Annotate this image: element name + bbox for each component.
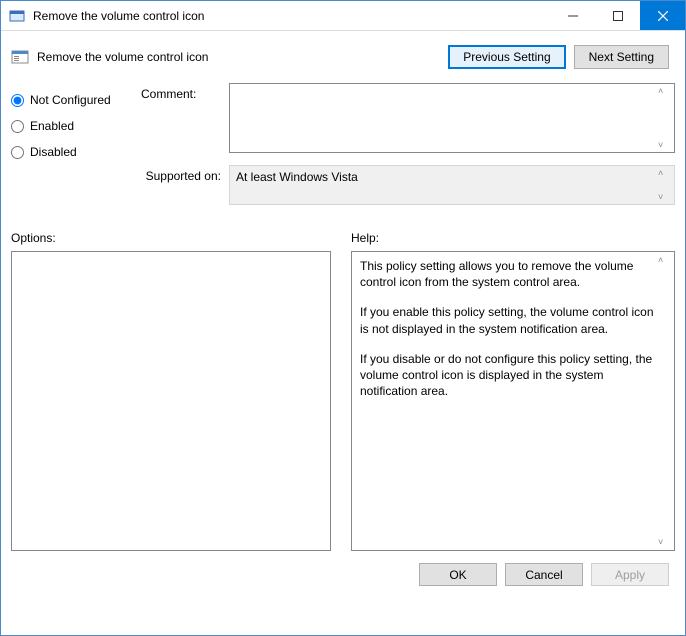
- state-radio-group: Not Configured Enabled Disabled: [11, 83, 121, 217]
- radio-enabled-input[interactable]: [11, 120, 24, 133]
- radio-label: Not Configured: [30, 93, 111, 107]
- radio-not-configured-input[interactable]: [11, 94, 24, 107]
- help-paragraph: If you disable or do not configure this …: [360, 351, 656, 400]
- content-area: Remove the volume control icon Previous …: [1, 31, 685, 596]
- cancel-button[interactable]: Cancel: [505, 563, 583, 586]
- next-setting-button[interactable]: Next Setting: [574, 45, 669, 69]
- radio-disabled[interactable]: Disabled: [11, 139, 121, 165]
- window-controls: [550, 1, 685, 30]
- supported-value: At least Windows Vista: [236, 170, 358, 184]
- radio-not-configured[interactable]: Not Configured: [11, 87, 121, 113]
- close-button[interactable]: [640, 1, 685, 30]
- dialog-buttons: OK Cancel Apply: [11, 551, 675, 586]
- radio-label: Enabled: [30, 119, 74, 133]
- options-label: Options:: [11, 231, 331, 245]
- previous-setting-button[interactable]: Previous Setting: [448, 45, 565, 69]
- help-pane: This policy setting allows you to remove…: [351, 251, 675, 551]
- radio-enabled[interactable]: Enabled: [11, 113, 121, 139]
- ok-button[interactable]: OK: [419, 563, 497, 586]
- titlebar: Remove the volume control icon: [1, 1, 685, 31]
- policy-title: Remove the volume control icon: [37, 50, 448, 64]
- options-pane: [11, 251, 331, 551]
- supported-label: Supported on:: [141, 165, 229, 205]
- maximize-button[interactable]: [595, 1, 640, 30]
- form-area: Not Configured Enabled Disabled Comment:…: [11, 83, 675, 227]
- policy-window-icon: [9, 8, 25, 24]
- window-title: Remove the volume control icon: [33, 9, 550, 23]
- header-row: Remove the volume control icon Previous …: [11, 39, 675, 83]
- comment-label: Comment:: [141, 83, 229, 153]
- fields-column: Comment: ˄˅ Supported on: At least Windo…: [141, 83, 675, 217]
- scroll-indicator: ˄˅: [658, 254, 672, 548]
- help-paragraph: If you enable this policy setting, the v…: [360, 304, 656, 336]
- supported-on-box: At least Windows Vista ˄˅: [229, 165, 675, 205]
- supported-row: Supported on: At least Windows Vista ˄˅: [141, 165, 675, 205]
- policy-icon: [11, 48, 29, 66]
- help-paragraph: This policy setting allows you to remove…: [360, 258, 656, 290]
- comment-row: Comment: ˄˅: [141, 83, 675, 153]
- apply-button[interactable]: Apply: [591, 563, 669, 586]
- radio-disabled-input[interactable]: [11, 146, 24, 159]
- scroll-indicator: ˄˅: [658, 168, 672, 202]
- pane-labels: Options: Help:: [11, 231, 675, 245]
- scroll-indicator: ˄˅: [658, 86, 672, 150]
- help-label: Help:: [351, 231, 675, 245]
- radio-label: Disabled: [30, 145, 77, 159]
- minimize-button[interactable]: [550, 1, 595, 30]
- nav-buttons: Previous Setting Next Setting: [448, 45, 669, 69]
- panes: This policy setting allows you to remove…: [11, 251, 675, 551]
- comment-textarea[interactable]: ˄˅: [229, 83, 675, 153]
